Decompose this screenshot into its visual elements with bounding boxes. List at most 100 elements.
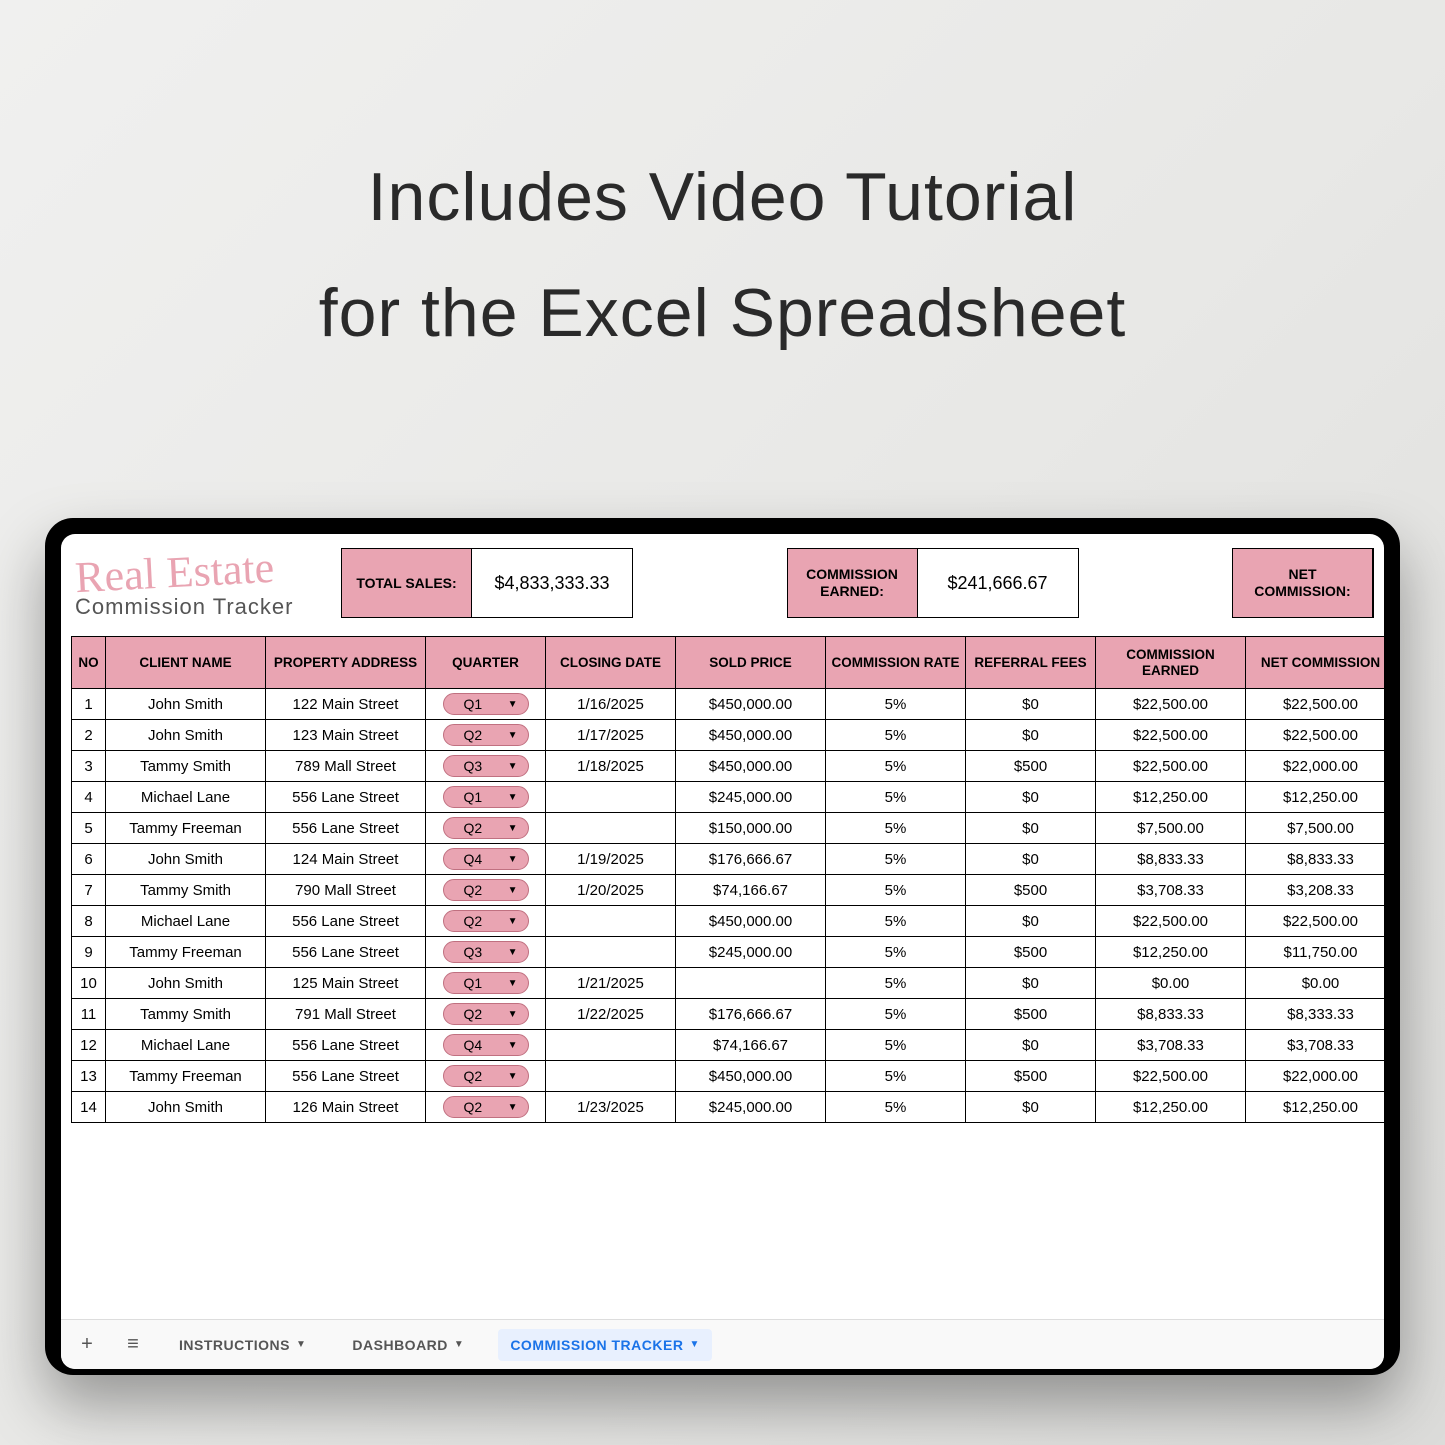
cell-earn[interactable]: $3,708.33 [1096, 875, 1246, 906]
cell-quarter[interactable]: Q4▼ [426, 1030, 546, 1061]
cell-quarter[interactable]: Q2▼ [426, 720, 546, 751]
cell-client[interactable]: John Smith [106, 968, 266, 999]
cell-date[interactable]: 1/17/2025 [546, 720, 676, 751]
cell-no[interactable]: 6 [72, 844, 106, 875]
cell-ref[interactable]: $0 [966, 906, 1096, 937]
cell-client[interactable]: John Smith [106, 689, 266, 720]
cell-price[interactable]: $450,000.00 [676, 720, 826, 751]
quarter-dropdown[interactable]: Q1▼ [443, 972, 529, 994]
quarter-dropdown[interactable]: Q4▼ [443, 1034, 529, 1056]
cell-price[interactable]: $450,000.00 [676, 751, 826, 782]
cell-ref[interactable]: $500 [966, 1061, 1096, 1092]
cell-address[interactable]: 125 Main Street [266, 968, 426, 999]
tab-dashboard[interactable]: DASHBOARD ▼ [340, 1329, 476, 1361]
cell-address[interactable]: 556 Lane Street [266, 813, 426, 844]
cell-price[interactable]: $150,000.00 [676, 813, 826, 844]
cell-price[interactable]: $450,000.00 [676, 1061, 826, 1092]
cell-quarter[interactable]: Q3▼ [426, 937, 546, 968]
cell-price[interactable]: $450,000.00 [676, 906, 826, 937]
all-sheets-button[interactable]: ≡ [121, 1333, 145, 1356]
quarter-dropdown[interactable]: Q3▼ [443, 755, 529, 777]
cell-earn[interactable]: $22,500.00 [1096, 1061, 1246, 1092]
cell-no[interactable]: 7 [72, 875, 106, 906]
tab-commission-tracker[interactable]: COMMISSION TRACKER ▼ [498, 1329, 712, 1361]
cell-net[interactable]: $8,833.33 [1246, 844, 1385, 875]
cell-client[interactable]: Tammy Freeman [106, 813, 266, 844]
cell-client[interactable]: John Smith [106, 844, 266, 875]
cell-net[interactable]: $22,000.00 [1246, 751, 1385, 782]
cell-price[interactable]: $245,000.00 [676, 782, 826, 813]
cell-ref[interactable]: $0 [966, 1030, 1096, 1061]
cell-date[interactable] [546, 1030, 676, 1061]
cell-net[interactable]: $8,333.33 [1246, 999, 1385, 1030]
cell-no[interactable]: 11 [72, 999, 106, 1030]
cell-date[interactable]: 1/21/2025 [546, 968, 676, 999]
cell-client[interactable]: Tammy Smith [106, 999, 266, 1030]
cell-ref[interactable]: $0 [966, 844, 1096, 875]
cell-no[interactable]: 4 [72, 782, 106, 813]
cell-rate[interactable]: 5% [826, 782, 966, 813]
cell-rate[interactable]: 5% [826, 999, 966, 1030]
cell-address[interactable]: 123 Main Street [266, 720, 426, 751]
cell-net[interactable]: $7,500.00 [1246, 813, 1385, 844]
cell-client[interactable]: Tammy Freeman [106, 937, 266, 968]
cell-price[interactable]: $450,000.00 [676, 689, 826, 720]
cell-address[interactable]: 791 Mall Street [266, 999, 426, 1030]
cell-earn[interactable]: $8,833.33 [1096, 999, 1246, 1030]
cell-net[interactable]: $12,250.00 [1246, 782, 1385, 813]
cell-earn[interactable]: $12,250.00 [1096, 782, 1246, 813]
cell-net[interactable]: $22,500.00 [1246, 906, 1385, 937]
cell-quarter[interactable]: Q1▼ [426, 968, 546, 999]
quarter-dropdown[interactable]: Q3▼ [443, 941, 529, 963]
quarter-dropdown[interactable]: Q2▼ [443, 1096, 529, 1118]
cell-net[interactable]: $22,000.00 [1246, 1061, 1385, 1092]
quarter-dropdown[interactable]: Q2▼ [443, 910, 529, 932]
cell-date[interactable]: 1/19/2025 [546, 844, 676, 875]
quarter-dropdown[interactable]: Q2▼ [443, 1003, 529, 1025]
cell-date[interactable]: 1/18/2025 [546, 751, 676, 782]
cell-earn[interactable]: $3,708.33 [1096, 1030, 1246, 1061]
cell-date[interactable] [546, 906, 676, 937]
cell-ref[interactable]: $0 [966, 782, 1096, 813]
cell-quarter[interactable]: Q3▼ [426, 751, 546, 782]
cell-date[interactable]: 1/16/2025 [546, 689, 676, 720]
cell-rate[interactable]: 5% [826, 720, 966, 751]
cell-ref[interactable]: $0 [966, 968, 1096, 999]
cell-rate[interactable]: 5% [826, 937, 966, 968]
cell-date[interactable]: 1/20/2025 [546, 875, 676, 906]
quarter-dropdown[interactable]: Q4▼ [443, 848, 529, 870]
cell-ref[interactable]: $500 [966, 751, 1096, 782]
cell-price[interactable]: $245,000.00 [676, 1092, 826, 1123]
cell-rate[interactable]: 5% [826, 1061, 966, 1092]
cell-price[interactable]: $74,166.67 [676, 875, 826, 906]
cell-client[interactable]: Michael Lane [106, 1030, 266, 1061]
cell-ref[interactable]: $500 [966, 937, 1096, 968]
cell-ref[interactable]: $0 [966, 720, 1096, 751]
cell-rate[interactable]: 5% [826, 689, 966, 720]
cell-ref[interactable]: $0 [966, 689, 1096, 720]
cell-earn[interactable]: $22,500.00 [1096, 720, 1246, 751]
cell-no[interactable]: 5 [72, 813, 106, 844]
cell-date[interactable] [546, 937, 676, 968]
cell-quarter[interactable]: Q1▼ [426, 782, 546, 813]
cell-address[interactable]: 124 Main Street [266, 844, 426, 875]
cell-no[interactable]: 1 [72, 689, 106, 720]
cell-rate[interactable]: 5% [826, 968, 966, 999]
cell-date[interactable] [546, 1061, 676, 1092]
cell-earn[interactable]: $12,250.00 [1096, 1092, 1246, 1123]
cell-net[interactable]: $22,500.00 [1246, 720, 1385, 751]
cell-no[interactable]: 10 [72, 968, 106, 999]
cell-rate[interactable]: 5% [826, 875, 966, 906]
quarter-dropdown[interactable]: Q2▼ [443, 879, 529, 901]
cell-client[interactable]: John Smith [106, 720, 266, 751]
cell-address[interactable]: 556 Lane Street [266, 906, 426, 937]
cell-earn[interactable]: $22,500.00 [1096, 906, 1246, 937]
cell-net[interactable]: $3,208.33 [1246, 875, 1385, 906]
quarter-dropdown[interactable]: Q2▼ [443, 817, 529, 839]
cell-price[interactable]: $74,166.67 [676, 1030, 826, 1061]
cell-quarter[interactable]: Q1▼ [426, 689, 546, 720]
cell-date[interactable] [546, 782, 676, 813]
cell-quarter[interactable]: Q2▼ [426, 875, 546, 906]
cell-no[interactable]: 9 [72, 937, 106, 968]
cell-date[interactable]: 1/22/2025 [546, 999, 676, 1030]
